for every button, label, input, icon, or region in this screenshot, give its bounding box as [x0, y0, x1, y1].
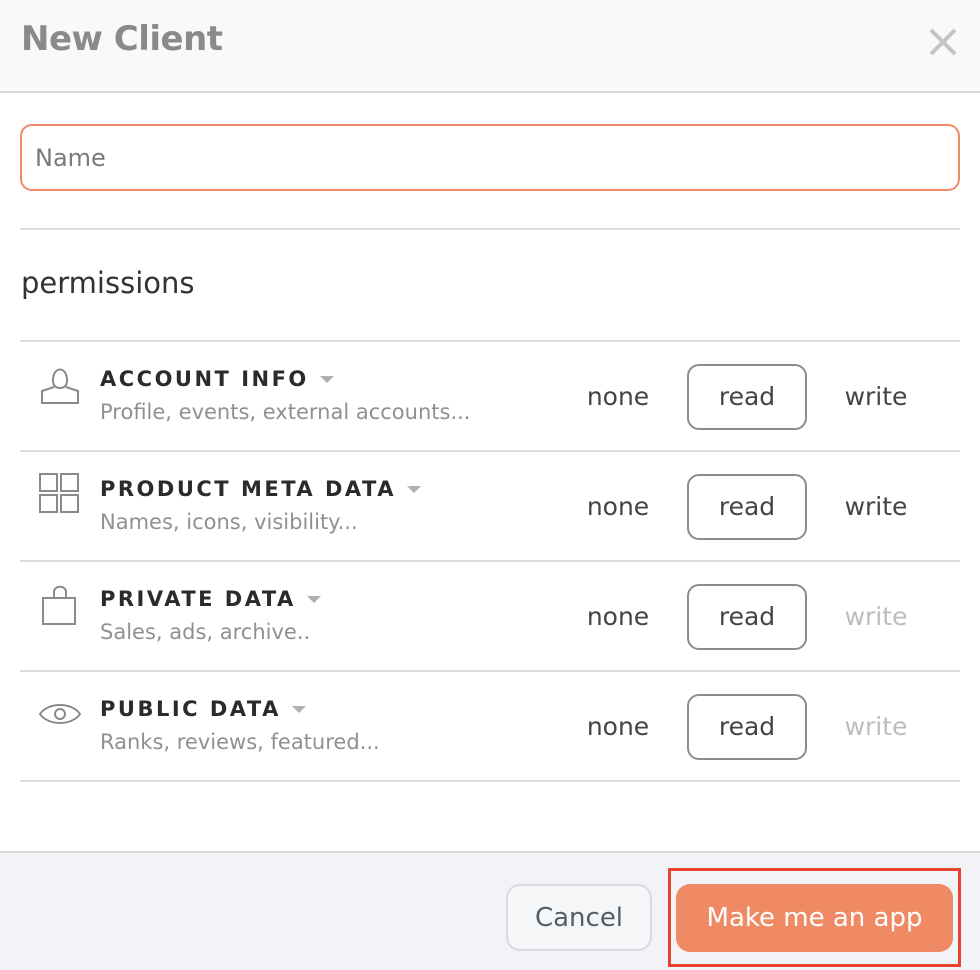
divider: [20, 228, 960, 230]
close-button[interactable]: [926, 22, 960, 60]
grid-icon: [38, 472, 82, 516]
permission-description: Profile, events, external accounts...: [100, 400, 471, 424]
permission-row-account-info: ACCOUNT INFO Profile, events, external a…: [20, 342, 960, 452]
dialog-title: New Client: [21, 19, 223, 59]
caret-down-icon: [319, 375, 334, 383]
option-write[interactable]: write: [826, 364, 926, 430]
permission-name-dropdown[interactable]: PUBLIC DATA: [100, 697, 306, 721]
divider: [20, 780, 960, 782]
option-none[interactable]: none: [568, 694, 668, 760]
permission-name: PRIVATE DATA: [100, 587, 296, 611]
permission-description: Ranks, reviews, featured...: [100, 730, 380, 754]
option-write-disabled: write: [844, 712, 908, 741]
permission-name-dropdown[interactable]: PRIVATE DATA: [100, 587, 321, 611]
name-input[interactable]: [20, 124, 960, 191]
user-icon: [38, 362, 82, 406]
option-none[interactable]: none: [568, 364, 668, 430]
option-none[interactable]: none: [568, 584, 668, 650]
permission-row-private-data: PRIVATE DATA Sales, ads, archive.. none …: [20, 562, 960, 672]
permission-name: PUBLIC DATA: [100, 697, 281, 721]
caret-down-icon: [291, 705, 306, 713]
option-write-disabled: write: [844, 602, 908, 631]
caret-down-icon: [306, 595, 321, 603]
permission-name: PRODUCT META DATA: [100, 477, 396, 501]
cancel-button[interactable]: Cancel: [506, 884, 652, 951]
eye-icon: [38, 692, 82, 736]
option-read-selected[interactable]: read: [687, 364, 807, 430]
dialog-header: New Client: [0, 0, 980, 93]
close-icon: [929, 28, 957, 56]
permission-row-public-data: PUBLIC DATA Ranks, reviews, featured... …: [20, 672, 960, 782]
permission-name-dropdown[interactable]: PRODUCT META DATA: [100, 477, 421, 501]
permission-name: ACCOUNT INFO: [100, 367, 309, 391]
permissions-title: permissions: [21, 266, 195, 300]
make-app-button[interactable]: Make me an app: [676, 884, 953, 952]
permission-row-product-meta-data: PRODUCT META DATA Names, icons, visibili…: [20, 452, 960, 562]
caret-down-icon: [406, 485, 421, 493]
permission-description: Names, icons, visibility...: [100, 510, 358, 534]
lock-icon: [38, 582, 82, 626]
option-none[interactable]: none: [568, 474, 668, 540]
option-read-selected[interactable]: read: [687, 694, 807, 760]
option-write[interactable]: write: [826, 474, 926, 540]
permission-name-dropdown[interactable]: ACCOUNT INFO: [100, 367, 334, 391]
permission-description: Sales, ads, archive..: [100, 620, 311, 644]
option-read-selected[interactable]: read: [687, 474, 807, 540]
option-read-selected[interactable]: read: [687, 584, 807, 650]
